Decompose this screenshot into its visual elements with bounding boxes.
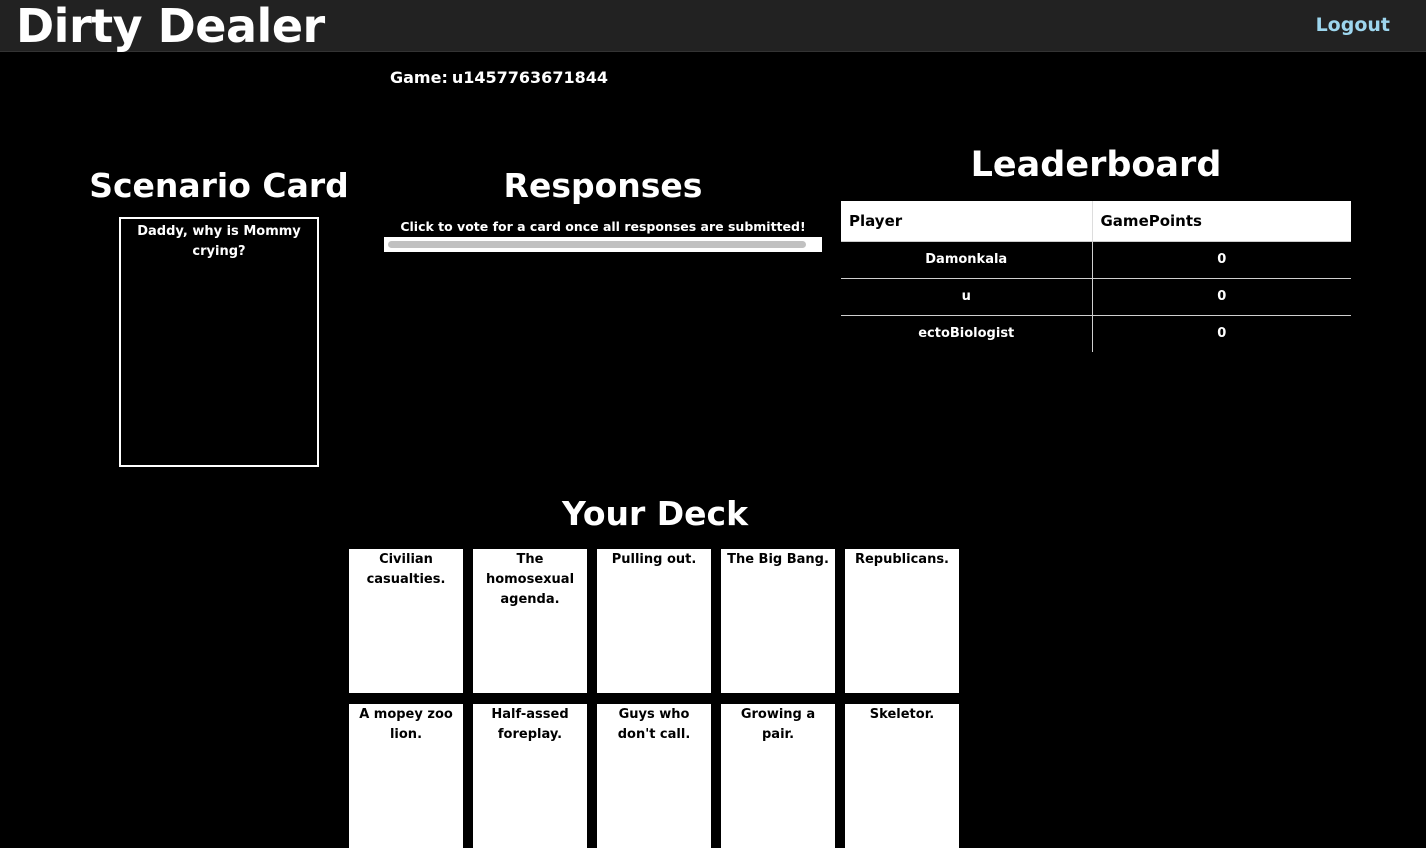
your-deck-title: Your Deck xyxy=(561,494,749,533)
deck-card[interactable]: Civilian casualties. xyxy=(349,549,463,693)
responses-area xyxy=(384,237,822,252)
logout-link[interactable]: Logout xyxy=(1316,14,1390,36)
player-name: u xyxy=(841,277,1093,315)
navbar: Dirty Dealer Logout xyxy=(0,0,1426,52)
deck-card[interactable]: Pulling out. xyxy=(597,549,711,693)
responses-scrollbar[interactable] xyxy=(388,241,806,248)
game-id-value: u1457763671844 xyxy=(451,68,608,87)
deck-card[interactable]: Republicans. xyxy=(845,549,959,693)
player-points: 0 xyxy=(1092,277,1351,315)
responses-hint: Click to vote for a card once all respon… xyxy=(400,219,806,234)
deck-card[interactable]: Guys who don't call. xyxy=(597,704,711,848)
scenario-card-text: Daddy, why is Mommy crying? xyxy=(137,224,301,259)
scenario-card-title: Scenario Card xyxy=(89,166,349,205)
column-header-player: Player xyxy=(841,201,1093,242)
column-header-gamepoints: GamePoints xyxy=(1092,201,1351,242)
player-points: 0 xyxy=(1092,314,1351,352)
leaderboard-table: Player GamePoints Damonkala 0 u 0 ectoBi… xyxy=(841,201,1351,352)
deck-card[interactable]: Half-assed foreplay. xyxy=(473,704,587,848)
table-row: ectoBiologist 0 xyxy=(841,314,1351,352)
player-name: Damonkala xyxy=(841,241,1093,278)
game-id-label: Game: xyxy=(390,68,448,87)
deck-card[interactable]: The homosexual agenda. xyxy=(473,549,587,693)
table-row: u 0 xyxy=(841,277,1351,315)
deck-card[interactable]: Growing a pair. xyxy=(721,704,835,848)
deck-card[interactable]: The Big Bang. xyxy=(721,549,835,693)
brand-title[interactable]: Dirty Dealer xyxy=(16,0,325,52)
table-row: Damonkala 0 xyxy=(841,241,1351,278)
player-points: 0 xyxy=(1217,252,1227,267)
responses-title: Responses xyxy=(503,166,703,205)
deck-card[interactable]: A mopey zoo lion. xyxy=(349,704,463,848)
leaderboard-header-row: Player GamePoints xyxy=(841,201,1351,242)
player-name: ectoBiologist xyxy=(841,314,1093,352)
game-id: Game: u1457763671844 xyxy=(390,68,608,87)
deck-card[interactable]: Skeletor. xyxy=(845,704,959,848)
scenario-card: Daddy, why is Mommy crying? xyxy=(119,217,319,467)
leaderboard-title: Leaderboard xyxy=(970,145,1222,185)
